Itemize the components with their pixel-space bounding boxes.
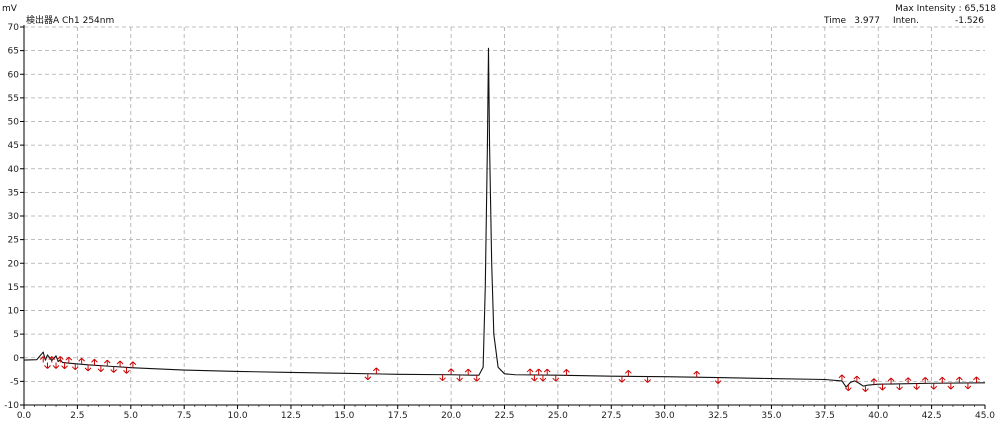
inten-label: Inten. — [893, 16, 919, 26]
peak-marker — [838, 374, 846, 381]
peak-marker — [78, 357, 86, 365]
inten-value: -1.526 — [955, 16, 984, 26]
x-tick-label: 17.5 — [388, 411, 408, 421]
y-tick-label: 40 — [8, 165, 20, 175]
x-tick-label: 25.0 — [548, 411, 568, 421]
x-tick-label: 27.5 — [601, 411, 621, 421]
peak-marker — [938, 376, 946, 384]
chromatogram-plot: 0.0 2.5 5.0 7.5 10.0 12.5 15.0 17.5 20.0 22.5 25.0… — [2, 4, 996, 421]
peak-marker — [447, 368, 455, 375]
peak-marker — [973, 376, 980, 383]
peak-marker — [456, 374, 464, 382]
peak-marker — [61, 362, 68, 370]
x-tick-label: 30.0 — [655, 411, 675, 421]
y-tick-label: 30 — [8, 212, 20, 222]
max-intensity-label: Max Intensity : 65,518 — [895, 4, 996, 14]
peak-marker — [464, 368, 472, 376]
time-value: 3.977 — [854, 16, 880, 26]
x-tick-label: 7.5 — [177, 411, 191, 421]
x-tick-label: 40.0 — [868, 411, 888, 421]
grid-layer — [24, 26, 985, 405]
peak-marker — [913, 383, 921, 390]
peak-marker — [103, 359, 111, 367]
peak-marker — [91, 358, 98, 366]
peak-marker — [844, 384, 852, 392]
peak-marker — [896, 383, 903, 391]
peak-marker — [123, 367, 130, 374]
y-tick-label: -10 — [4, 401, 19, 411]
y-tick-label: 5 — [13, 330, 19, 340]
peak-marker — [110, 366, 118, 373]
peak-marker — [956, 376, 963, 384]
peak-marker — [563, 369, 570, 376]
axis-layer — [20, 25, 986, 409]
x-tick-label: 37.5 — [815, 411, 835, 421]
x-tick-label: 5.0 — [124, 411, 139, 421]
x-tick-label: 32.5 — [708, 411, 728, 421]
y-tick-label: 25 — [8, 236, 19, 246]
peak-marker — [44, 362, 51, 369]
x-tick-label: 22.5 — [494, 411, 514, 421]
chromatogram-chart: 0.0 2.5 5.0 7.5 10.0 12.5 15.0 17.5 20.0 22.5 25.0… — [0, 0, 999, 427]
peak-marker — [543, 368, 551, 376]
y-tick-label: -5 — [10, 377, 19, 387]
x-tick-label: 12.5 — [281, 411, 301, 421]
peak-marker — [904, 377, 912, 384]
x-tick-label: 20.0 — [441, 411, 461, 421]
peak-marker — [625, 369, 632, 377]
y-tick-label: 10 — [8, 307, 20, 317]
peak-marker — [535, 368, 543, 376]
y-tick-label: 15 — [8, 283, 19, 293]
y-tick-label: 55 — [8, 94, 19, 104]
y-tick-label: 35 — [8, 188, 19, 198]
peak-marker — [97, 365, 105, 373]
peak-marker — [539, 375, 547, 382]
y-tick-label: 50 — [8, 118, 20, 128]
y-tick-label: 65 — [8, 47, 19, 57]
x-tick-label: 15.0 — [334, 411, 354, 421]
peak-marker — [84, 364, 92, 372]
peak-marker — [116, 360, 124, 367]
peak-marker — [964, 382, 972, 390]
y-tick-label: 45 — [8, 141, 19, 151]
y-tick-label: 0 — [13, 354, 19, 364]
channel-label: 検出器A Ch1 254nm — [26, 14, 114, 26]
time-label: Time — [823, 16, 846, 26]
peak-marker — [693, 370, 701, 378]
x-tick-label: 10.0 — [228, 411, 248, 421]
peak-marker — [879, 384, 886, 391]
peak-marker — [526, 368, 534, 375]
peak-marker — [531, 374, 538, 382]
x-tick-label: 35.0 — [761, 411, 781, 421]
peak-marker — [373, 367, 380, 374]
unit-label: mV — [2, 4, 18, 14]
x-tick-label: 2.5 — [70, 411, 84, 421]
x-tick-label: 45.0 — [975, 411, 995, 421]
peak-marker — [921, 377, 929, 384]
y-tick-label: 20 — [8, 259, 20, 269]
peak-marker — [439, 374, 446, 382]
peak-marker — [473, 375, 481, 382]
peak-marker — [364, 373, 372, 381]
peak-marker — [52, 362, 60, 369]
y-tick-label: 70 — [8, 23, 20, 33]
x-tick-label: 42.5 — [922, 411, 942, 421]
x-tick-label: 0.0 — [17, 411, 32, 421]
peak-marker — [947, 383, 955, 390]
y-tick-label: 60 — [8, 70, 20, 80]
peak-marker — [714, 377, 722, 384]
tick-label-layer: 0.0 2.5 5.0 7.5 10.0 12.5 15.0 17.5 20.0 22.5 25.0… — [4, 23, 995, 421]
